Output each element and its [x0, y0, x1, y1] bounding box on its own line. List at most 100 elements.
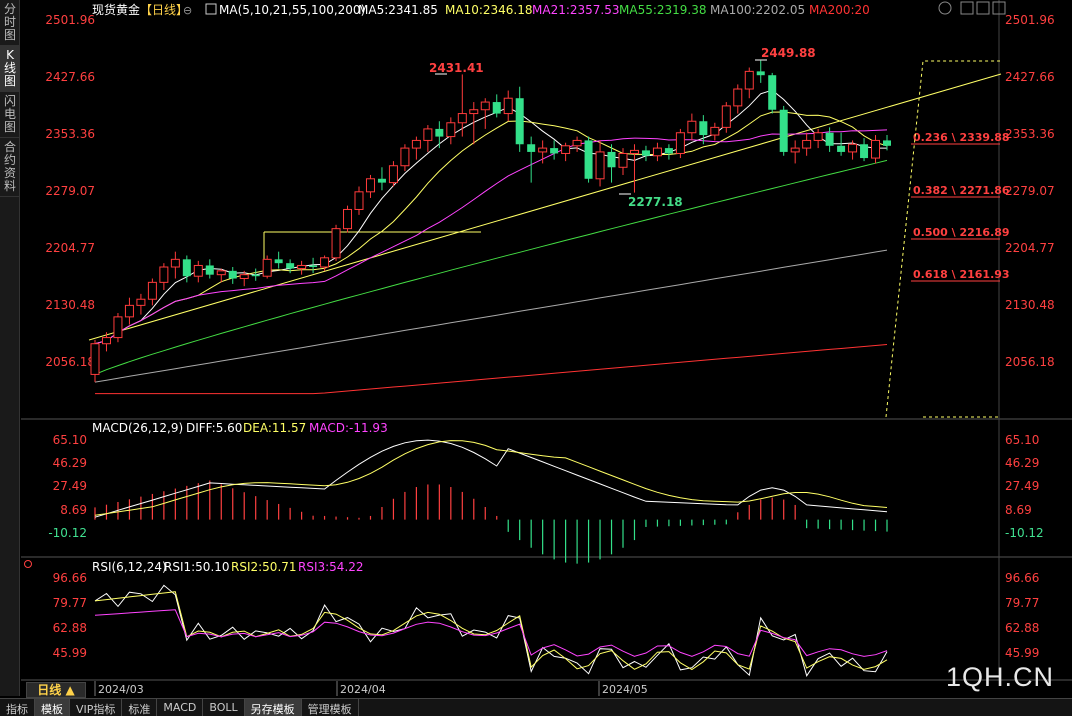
- tab-flash-chart[interactable]: 闪 电 图: [0, 92, 20, 138]
- candle: [675, 128, 685, 159]
- candle-body: [343, 208, 353, 230]
- candle-body: [469, 109, 479, 115]
- candle: [262, 255, 272, 279]
- rsi-axis-right: 79.77: [1005, 596, 1039, 610]
- tab-save-template[interactable]: 另存模板: [244, 699, 302, 716]
- tab-manage-template[interactable]: 管理模板: [302, 699, 359, 716]
- candle: [813, 128, 823, 149]
- candle-body: [423, 128, 433, 141]
- zoom-icon[interactable]: [938, 1, 952, 15]
- price-label-right: 2204.77: [1005, 241, 1055, 255]
- candle: [251, 268, 260, 281]
- candle-body: [239, 274, 249, 280]
- rsi-settings-icon[interactable]: [24, 560, 32, 568]
- candle-body: [768, 75, 777, 110]
- candle: [286, 259, 295, 274]
- price-label-left: 2056.18: [45, 355, 95, 369]
- candle-body: [113, 316, 123, 339]
- price-label-left: 2204.77: [45, 241, 95, 255]
- candle: [710, 122, 720, 141]
- tab-timeshare[interactable]: 分 时 图: [0, 0, 20, 46]
- tab-macd[interactable]: MACD: [157, 699, 204, 716]
- candle-body: [101, 337, 111, 345]
- rsi2-line: [94, 591, 888, 671]
- candle-body: [687, 120, 697, 134]
- tab-template[interactable]: 模板: [35, 699, 70, 716]
- tab-contract-info[interactable]: 合 约 资 料: [0, 138, 20, 197]
- candle-body: [262, 258, 272, 277]
- window-controls: [938, 1, 1006, 15]
- tab-label: 图: [3, 120, 16, 134]
- fib-label: 0.500 \ 2216.89: [913, 226, 1010, 239]
- candle-body: [388, 165, 398, 184]
- price-label-left: 2279.07: [45, 184, 95, 198]
- candle-body: [618, 152, 628, 168]
- chart-area[interactable]: 现货黄金 【日线】 ⊖ MA(5,10,21,55,100,200) MA5:2…: [21, 0, 1072, 696]
- ma21-value: MA21:2357.53: [532, 3, 620, 17]
- period-selector-button[interactable]: 日线 ▲: [26, 682, 86, 698]
- price-label-left: 2427.66: [45, 70, 95, 84]
- sidebar: 分 时 图 K 线 图 闪 电 图 合 约 资 料: [0, 0, 20, 696]
- grid-icon[interactable]: [960, 1, 974, 15]
- tab-boll[interactable]: BOLL: [203, 699, 245, 716]
- rsi-axis-left: 45.99: [53, 646, 87, 660]
- candle: [170, 251, 180, 279]
- candle-body: [331, 228, 341, 259]
- candle-body: [629, 149, 639, 154]
- candle: [354, 186, 364, 215]
- candle: [664, 144, 673, 160]
- macd-dea: DEA:11.57: [243, 421, 306, 435]
- tab-indicator[interactable]: 指标: [0, 699, 35, 716]
- candle-body: [710, 126, 720, 136]
- macd-axis-right: 8.69: [1005, 503, 1032, 517]
- kline-chart[interactable]: 现货黄金 【日线】 ⊖ MA(5,10,21,55,100,200) MA5:2…: [21, 0, 1072, 696]
- tab-standard[interactable]: 标准: [122, 699, 158, 716]
- macd-diff-line: [94, 439, 888, 518]
- trend-line: [88, 73, 1002, 341]
- ma-toggle-icon[interactable]: [205, 3, 217, 15]
- candle: [297, 260, 307, 275]
- ma55-line: [94, 159, 888, 375]
- candle-body: [779, 109, 788, 152]
- tab-vip-indicator[interactable]: VIP指标: [70, 699, 123, 716]
- candle: [768, 72, 777, 114]
- candle-body: [274, 259, 283, 264]
- layout-icon[interactable]: [976, 1, 990, 15]
- candle: [515, 86, 524, 152]
- price-label-left: 2130.48: [45, 298, 95, 312]
- price-label-left: 2353.36: [45, 127, 95, 141]
- candle: [228, 267, 237, 284]
- candle-body: [205, 265, 214, 275]
- rsi-panel: [94, 584, 888, 677]
- candle-body: [527, 144, 536, 152]
- ma10-line: [94, 111, 888, 345]
- candle-body: [790, 147, 800, 153]
- candle: [124, 297, 134, 325]
- candle: [400, 144, 410, 172]
- candle-body: [744, 70, 754, 90]
- candle-body: [147, 281, 157, 300]
- candle: [721, 102, 731, 133]
- candle: [629, 144, 639, 193]
- fib-label: 0.236 \ 2339.88: [913, 131, 1010, 144]
- candle: [802, 132, 812, 156]
- rsi-title: RSI(6,12,24): [92, 560, 167, 574]
- macd-legend: MACD(26,12,9) DIFF:5.60 DEA:11.57 MACD:-…: [92, 421, 388, 435]
- high-label-1: 2431.41: [429, 61, 484, 75]
- macd-value: MACD:-11.93: [309, 421, 388, 435]
- price-axis: 2501.96 2427.66 2353.36 2279.07 2204.77 …: [45, 13, 1054, 369]
- candle-body: [297, 264, 307, 270]
- fibonacci-levels: 0.236 \ 2339.88 0.382 \ 2271.86 0.500 \ …: [885, 60, 1010, 418]
- rsi-axis-right: 45.99: [1005, 646, 1039, 660]
- settings-icon[interactable]: ⊖: [183, 4, 192, 17]
- candle: [388, 161, 398, 187]
- candle-body: [699, 121, 708, 136]
- candle-body: [538, 147, 548, 153]
- candle: [607, 144, 616, 183]
- candle: [101, 332, 111, 352]
- tab-kline[interactable]: K 线 图: [0, 46, 20, 92]
- high-label-2: 2449.88: [761, 46, 816, 60]
- rsi2-value: RSI2:50.71: [231, 560, 297, 574]
- price-label-right: 2279.07: [1005, 184, 1055, 198]
- candle-body: [411, 139, 421, 149]
